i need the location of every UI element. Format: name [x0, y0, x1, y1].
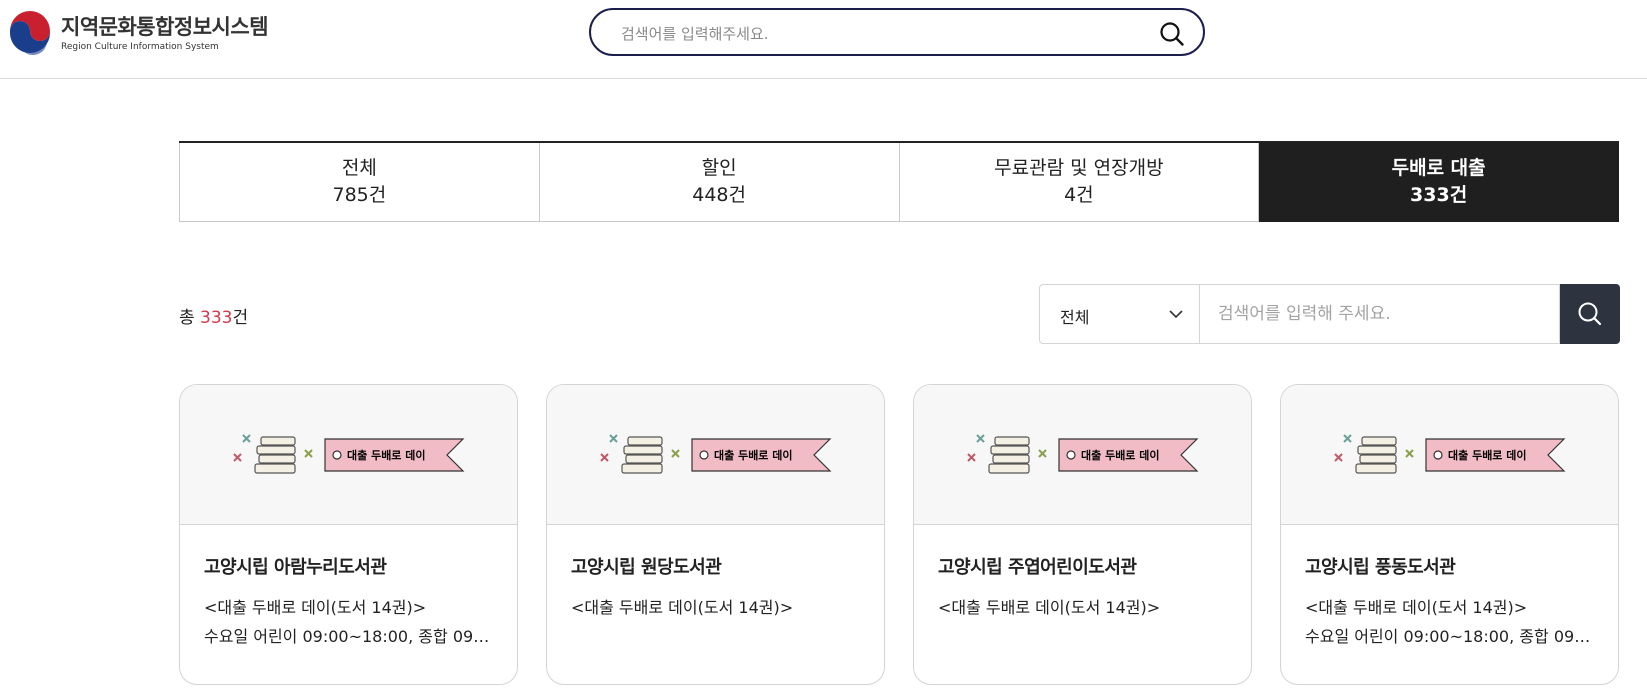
card-thumbnail: 대출 두배로 데이: [1281, 385, 1618, 525]
event-card[interactable]: 대출 두배로 데이 고양시립 원당도서관 <대출 두배로 데이(도서 14권)>: [546, 384, 885, 685]
category-tabs: 전체 785건 할인 448건 무료관람 및 연장개방 4건 두배로 대출 33…: [179, 141, 1619, 222]
books-banner-illustration-icon: 대출 두배로 데이: [1333, 433, 1565, 474]
card-thumbnail: 대출 두배로 데이: [547, 385, 884, 525]
tab-all[interactable]: 전체 785건: [179, 143, 540, 222]
result-count-prefix: 총: [179, 308, 201, 328]
logo-subtitle: Region Culture Information System: [61, 41, 219, 52]
taegeuk-logo-icon: [8, 11, 52, 56]
search-scope-value: 전체: [1060, 308, 1090, 327]
event-card-list: 대출 두배로 데이 고양시립 아람누리도서관 <대출 두배로 데이(도서 14권…: [179, 384, 1619, 685]
card-description-line: 수요일 어린이 09:00~18:00, 종합 09:...: [204, 627, 493, 646]
global-search-box: [589, 8, 1205, 56]
result-count-suffix: 건: [232, 308, 249, 328]
tab-count: 4건: [1064, 184, 1094, 206]
chevron-down-icon: [1169, 310, 1183, 319]
card-description-line: <대출 두배로 데이(도서 14권)>: [938, 598, 1161, 617]
tab-free-admission[interactable]: 무료관람 및 연장개방 4건: [899, 143, 1260, 222]
logo-title: 지역문화통합정보시스템: [61, 14, 269, 39]
tab-discount[interactable]: 할인 448건: [539, 143, 900, 222]
global-search-input[interactable]: [619, 20, 1123, 48]
books-banner-illustration-icon: 대출 두배로 데이: [599, 433, 831, 474]
search-icon: [1578, 302, 1602, 326]
event-card[interactable]: 대출 두배로 데이 고양시립 주엽어린이도서관 <대출 두배로 데이(도서 14…: [913, 384, 1252, 685]
card-description-line: 수요일 어린이 09:00~18:00, 종합 09:...: [1305, 627, 1594, 646]
result-count-number: 333: [200, 308, 233, 328]
banner-label: 대출 두배로 데이: [1081, 448, 1160, 462]
card-thumbnail: 대출 두배로 데이: [914, 385, 1251, 525]
banner-label: 대출 두배로 데이: [714, 448, 793, 462]
banner-label: 대출 두배로 데이: [1448, 448, 1527, 462]
filter-search-button[interactable]: [1560, 284, 1620, 344]
search-icon[interactable]: [1159, 21, 1185, 47]
event-card[interactable]: 대출 두배로 데이 고양시립 아람누리도서관 <대출 두배로 데이(도서 14권…: [179, 384, 518, 685]
books-banner-illustration-icon: 대출 두배로 데이: [966, 433, 1198, 474]
card-description-line: <대출 두배로 데이(도서 14권)>: [571, 598, 794, 617]
filter-search-input[interactable]: [1199, 284, 1560, 344]
card-title: 고양시립 주엽어린이도서관: [938, 557, 1137, 578]
tab-label: 전체: [341, 157, 377, 179]
card-title: 고양시립 아람누리도서관: [204, 557, 387, 578]
tab-label: 무료관람 및 연장개방: [994, 157, 1164, 179]
tab-count: 448건: [692, 184, 746, 206]
event-card[interactable]: 대출 두배로 데이 고양시립 풍동도서관 <대출 두배로 데이(도서 14권)>…: [1280, 384, 1619, 685]
card-thumbnail: 대출 두배로 데이: [180, 385, 517, 525]
tab-count: 333건: [1410, 184, 1468, 206]
card-description-line: <대출 두배로 데이(도서 14권)>: [1305, 598, 1528, 617]
result-count: 총 333건: [179, 303, 248, 328]
tab-count: 785건: [332, 184, 387, 206]
card-title: 고양시립 원당도서관: [571, 557, 722, 578]
site-logo[interactable]: 지역문화통합정보시스템 Region Culture Information S…: [7, 10, 269, 56]
filter-search-bar: 전체: [1039, 284, 1620, 344]
card-title: 고양시립 풍동도서관: [1305, 557, 1456, 578]
site-header: 지역문화통합정보시스템 Region Culture Information S…: [0, 0, 1647, 79]
search-scope-select[interactable]: 전체: [1039, 284, 1199, 344]
tab-double-loan[interactable]: 두배로 대출 333건: [1259, 143, 1619, 222]
books-banner-illustration-icon: 대출 두배로 데이: [232, 433, 464, 474]
tab-label: 두배로 대출: [1391, 157, 1486, 179]
banner-label: 대출 두배로 데이: [347, 448, 426, 462]
card-description-line: <대출 두배로 데이(도서 14권)>: [204, 598, 427, 617]
tab-label: 할인: [701, 157, 737, 179]
